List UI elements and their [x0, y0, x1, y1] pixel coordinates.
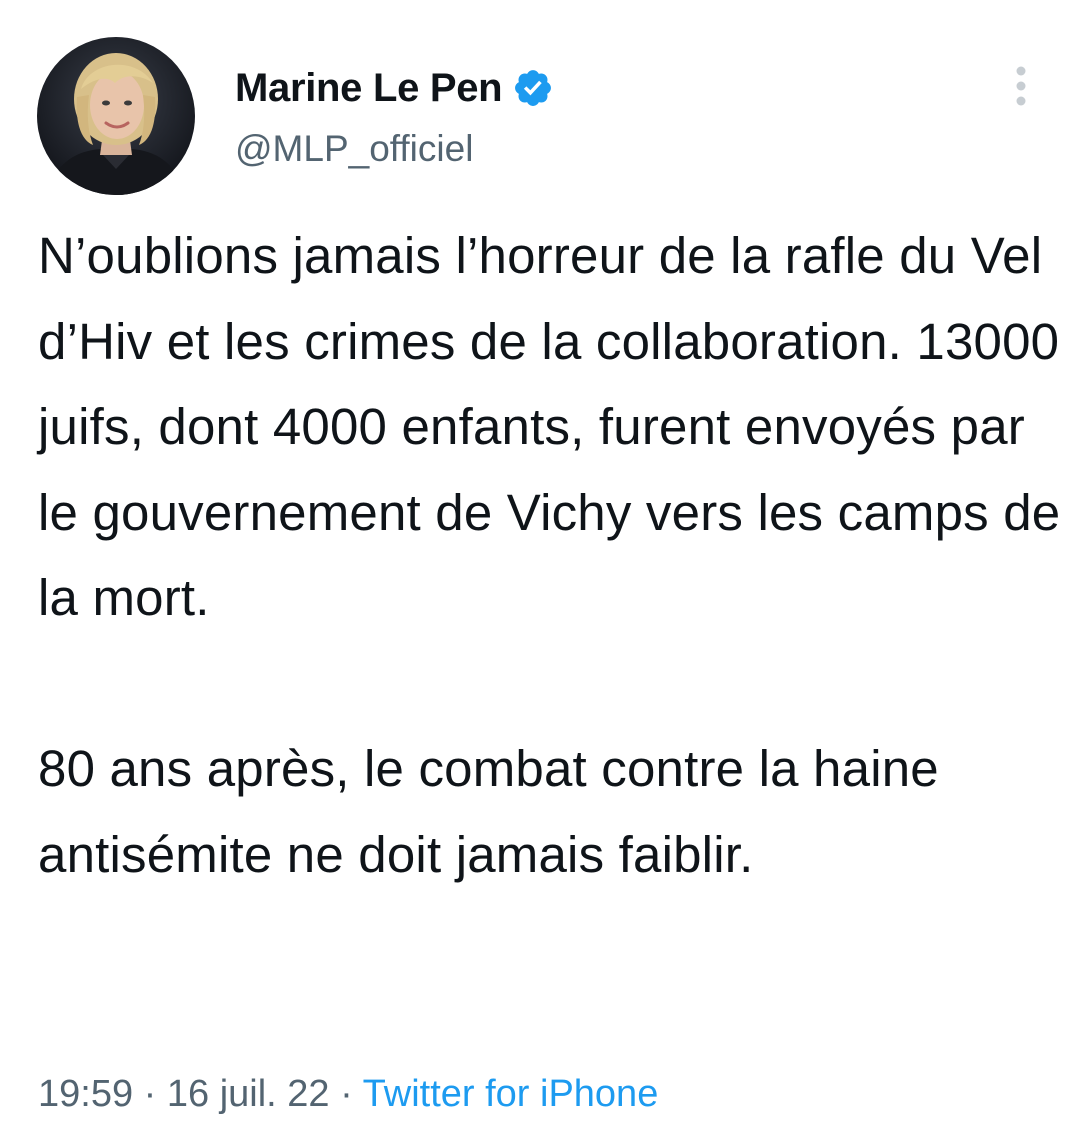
profile-photo-icon [37, 37, 195, 195]
tweet-source-link[interactable]: Twitter for iPhone [363, 1073, 659, 1115]
tweet-card: Marine Le Pen @MLP_officiel N’oublions j… [0, 0, 1080, 1129]
tweet-text: N’oublions jamais l’horreur de la rafle … [38, 227, 1061, 883]
more-vertical-icon[interactable] [1003, 62, 1039, 110]
tweet-date[interactable]: 16 juil. 22 [167, 1073, 330, 1115]
author-handle[interactable]: @MLP_officiel [235, 128, 473, 170]
meta-separator: · [329, 1073, 363, 1115]
avatar[interactable] [37, 37, 195, 195]
display-name: Marine Le Pen [235, 65, 503, 110]
author-name-row[interactable]: Marine Le Pen [235, 60, 554, 116]
tweet-meta: 19:59 · 16 juil. 22 · Twitter for iPhone [38, 1067, 658, 1121]
meta-separator: · [133, 1073, 167, 1115]
verified-badge-icon [512, 67, 554, 109]
tweet-time[interactable]: 19:59 [38, 1073, 133, 1115]
